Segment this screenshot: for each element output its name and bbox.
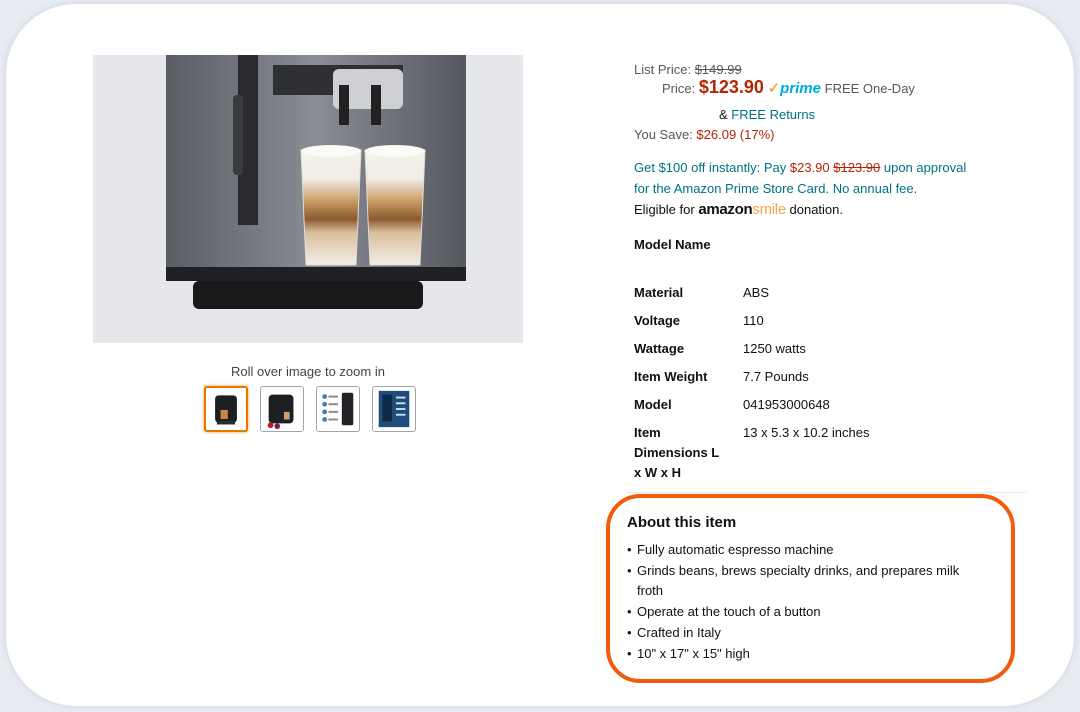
zoom-hint-text: Roll over image to zoom in xyxy=(231,364,385,379)
list-item: 10" x 17" x 15" high xyxy=(627,644,987,664)
spec-label: Material xyxy=(634,285,684,300)
main-product-image[interactable] xyxy=(93,55,523,343)
list-price-row: List Price: $149.99 xyxy=(634,61,742,78)
list-item: Grinds beans, brews specialty drinks, an… xyxy=(627,561,987,601)
espresso-machine-image xyxy=(93,55,523,343)
free-delivery-text: FREE One-Day xyxy=(824,81,915,96)
promo-new-price: $23.90 xyxy=(789,160,830,175)
price-row: Price: $123.90 ✓prime FREE One-Day xyxy=(662,77,915,97)
price-value: $123.90 xyxy=(698,77,764,97)
list-price-label: List Price: xyxy=(634,62,692,77)
promo-old-price: $123.90 xyxy=(833,160,881,175)
espresso-machine-icon xyxy=(261,387,303,431)
info-panel-icon xyxy=(373,387,415,431)
about-bullets: Fully automatic espresso machine Grinds … xyxy=(627,540,987,665)
eligible-prefix: Eligible for xyxy=(634,202,699,217)
spec-value: 13 x 5.3 x 10.2 inches xyxy=(743,425,870,440)
prime-check-icon: ✓ xyxy=(767,80,781,97)
spec-label: Dimensions L xyxy=(634,445,720,460)
amazon-smile-logo[interactable]: amazonsmile xyxy=(698,201,786,218)
spec-value: 7.7 Pounds xyxy=(743,369,809,384)
spec-value: 110 xyxy=(743,313,764,328)
spec-label: Item xyxy=(634,425,661,440)
price-label: Price: xyxy=(662,81,696,96)
about-title: About this item xyxy=(627,514,737,531)
smile-eligibility: Eligible for amazonsmile donation. xyxy=(634,201,843,218)
list-price-value: $149.99 xyxy=(694,62,742,77)
spec-label: Voltage xyxy=(634,313,680,328)
thumbnail-side-view[interactable] xyxy=(260,386,304,432)
list-item: Operate at the touch of a button xyxy=(627,602,987,622)
card-promo-link[interactable]: Get $100 off instantly: Pay $23.90 $123.… xyxy=(634,159,966,176)
spec-label: Model xyxy=(634,397,672,412)
spec-label: x W x H xyxy=(634,465,681,480)
list-item: Fully automatic espresso machine xyxy=(627,540,987,560)
smile-word: smile xyxy=(752,201,786,218)
thumbnail-info-panel[interactable] xyxy=(372,386,416,432)
model-name-label: Model Name xyxy=(634,237,711,252)
promo-line-2[interactable]: for the Amazon Prime Store Card. No annu… xyxy=(634,180,917,197)
free-returns-link[interactable]: FREE Returns xyxy=(731,107,815,122)
thumbnail-features-chart[interactable] xyxy=(316,386,360,432)
spec-label: Wattage xyxy=(634,341,685,356)
spec-value: 041953000648 xyxy=(743,397,830,412)
spec-value: ABS xyxy=(743,285,770,300)
amazon-word: amazon xyxy=(698,201,753,218)
you-save-row: You Save: $26.09 (17%) xyxy=(634,126,774,143)
returns-row: & FREE Returns xyxy=(719,106,815,123)
section-divider xyxy=(627,492,1027,493)
you-save-value: $26.09 (17%) xyxy=(696,127,775,142)
list-item: Crafted in Italy xyxy=(627,623,987,643)
spec-value: 1250 watts xyxy=(743,341,806,356)
specs-table: Material ABS Voltage 110 Wattage 1250 wa… xyxy=(634,283,1034,493)
features-chart-icon xyxy=(317,387,359,431)
eligible-suffix: donation. xyxy=(785,202,844,217)
prime-logo[interactable]: prime xyxy=(780,80,821,97)
promo-prefix: Get $100 off instantly: Pay xyxy=(634,160,790,175)
thumbnail-front-view[interactable] xyxy=(204,386,248,432)
you-save-label: You Save: xyxy=(634,127,693,142)
spec-label: Item Weight xyxy=(634,369,708,384)
returns-prefix: & xyxy=(719,107,732,122)
promo-suffix: upon approval xyxy=(880,160,967,175)
espresso-machine-icon xyxy=(206,388,246,430)
